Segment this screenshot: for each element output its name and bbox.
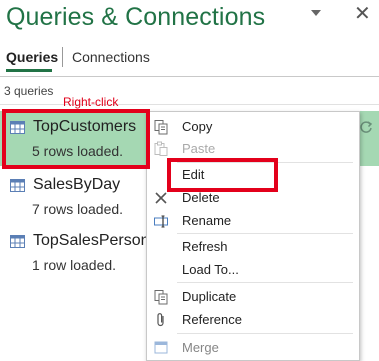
menu-item-rename[interactable]: Rename [147,210,359,232]
menu-separator [177,282,353,283]
paperclip-icon [157,313,164,327]
annotation-box-selected-query [2,109,150,169]
table-icon [10,179,25,192]
menu-item-label: Refresh [182,239,228,254]
menu-item-label: Reference [182,312,242,327]
query-item-topsalesperson[interactable]: TopSalesPerson 1 row loaded. [10,232,150,277]
table-icon [10,235,25,248]
rename-icon [154,215,168,228]
menu-item-label: Delete [182,190,220,205]
query-name: TopSalesPerson [33,232,150,249]
paste-icon [154,141,168,156]
menu-item-load-to[interactable]: Load To... [147,259,359,281]
menu-item-duplicate[interactable]: Duplicate [147,286,359,308]
menu-separator [177,333,353,334]
context-menu: Copy Paste Edit Delete Rename Refresh Lo… [146,111,360,361]
tab-divider [62,47,63,67]
query-status: 1 row loaded. [32,257,117,273]
close-icon[interactable]: ✕ [354,4,371,24]
query-status: 7 rows loaded. [32,201,124,217]
annotation-box-edit [167,158,278,192]
active-tab-indicator [6,69,52,72]
menu-item-label: Merge [182,340,219,355]
menu-item-merge[interactable]: Merge [147,337,359,359]
right-click-annotation: Right-click [63,95,119,109]
query-name: SalesByDay [33,176,121,193]
refresh-icon[interactable] [359,120,373,134]
pane-options-chevron-down-icon[interactable] [311,10,321,16]
copy-icon [154,120,168,135]
pane-title: Queries & Connections [6,3,266,31]
menu-item-reference[interactable]: Reference [147,309,359,331]
menu-item-label: Load To... [182,262,239,277]
menu-item-label: Rename [182,213,232,228]
menu-item-label: Paste [182,141,216,156]
section-divider [0,104,379,105]
menu-item-label: Duplicate [182,289,237,304]
query-item-salesbyday[interactable]: SalesByDay 7 rows loaded. [10,176,150,221]
tab-queries[interactable]: Queries [6,49,58,65]
delete-icon [155,192,167,204]
menu-item-refresh[interactable]: Refresh [147,236,359,258]
header-divider [0,76,379,77]
query-count: 3 queries [4,84,54,98]
duplicate-icon [154,290,168,305]
tab-connections[interactable]: Connections [72,49,150,65]
menu-item-copy[interactable]: Copy [147,116,359,138]
menu-separator [177,233,353,234]
merge-icon [154,341,168,354]
menu-item-paste[interactable]: Paste [147,138,359,160]
menu-item-label: Copy [182,119,213,134]
